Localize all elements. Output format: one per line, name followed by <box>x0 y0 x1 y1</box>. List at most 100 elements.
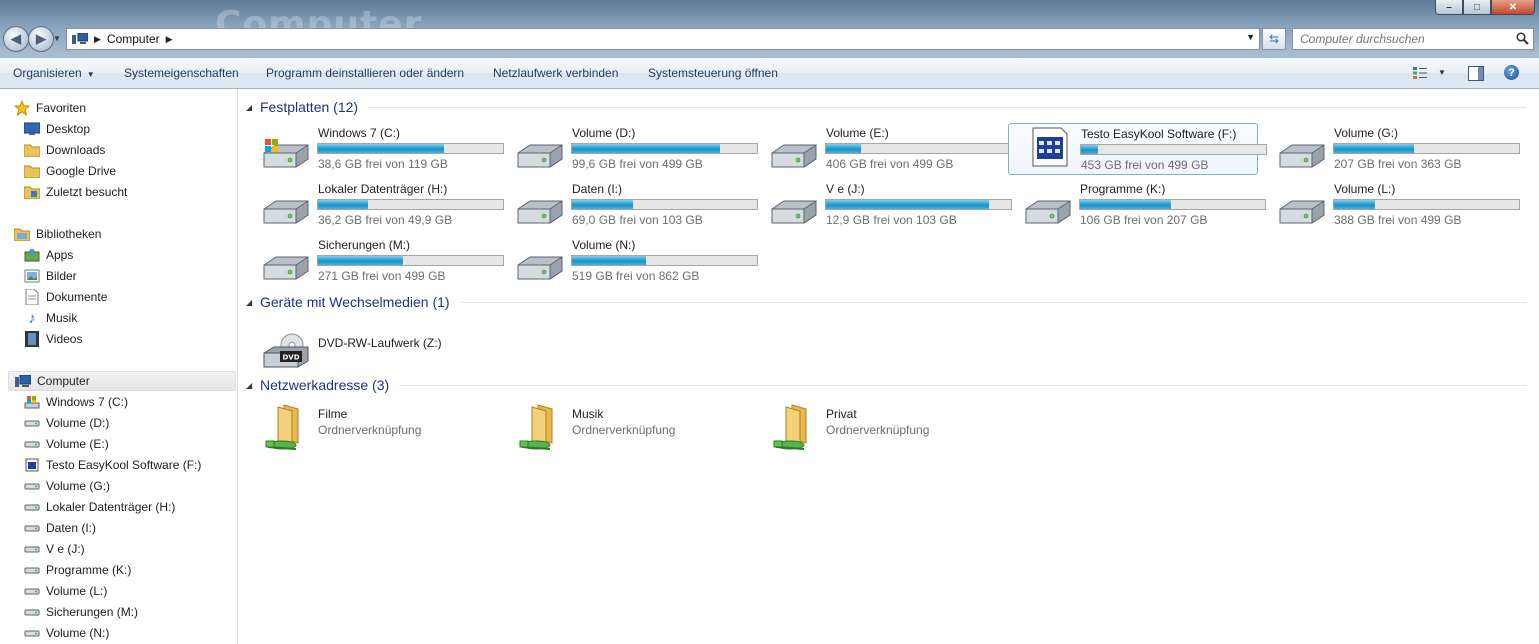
collapse-icon[interactable]: ◢ <box>246 381 260 390</box>
drive-item[interactable]: Windows 7 (C:) 38,6 GB frei von 119 GB <box>246 123 504 175</box>
sidebar-item-drive[interactable]: Volume (G:) <box>24 476 110 496</box>
group-header-removable[interactable]: ◢ Geräte mit Wechselmedien (1) <box>246 292 1526 312</box>
drive-item[interactable]: Volume (G:) 207 GB frei von 363 GB <box>1262 123 1520 175</box>
group-header-hard-disks[interactable]: ◢ Festplatten (12) <box>246 97 1526 117</box>
minimize-button[interactable]: – <box>1435 0 1463 15</box>
change-view-icon[interactable] <box>1413 67 1427 79</box>
network-location-item[interactable]: Musik Ordnerverknüpfung <box>500 401 750 453</box>
drive-usage-fill <box>1080 200 1171 209</box>
group-title: Festplatten (12) <box>260 99 359 115</box>
help-icon[interactable]: ? <box>1504 65 1519 80</box>
system-properties-button[interactable]: Systemeigenschaften <box>124 66 239 80</box>
group-header-network[interactable]: ◢ Netzwerkadresse (3) <box>246 375 1526 395</box>
close-button[interactable]: ✕ <box>1491 0 1535 15</box>
sidebar-item-label: Volume (G:) <box>46 479 111 493</box>
sidebar-item-drive[interactable]: Volume (E:) <box>24 434 109 454</box>
sidebar-item-documents[interactable]: Dokumente <box>24 287 107 307</box>
sidebar-item-drive[interactable]: Volume (L:) <box>24 581 107 601</box>
forward-button[interactable]: ▶ <box>28 26 54 52</box>
breadcrumb-separator[interactable]: ▶ <box>166 34 173 45</box>
organize-button[interactable]: Organisieren ▼ <box>13 66 95 80</box>
drive-item[interactable]: Volume (N:) 519 GB frei von 862 GB <box>500 235 758 287</box>
group-divider <box>399 384 1526 386</box>
sidebar-group-label: Favoriten <box>36 101 87 115</box>
address-bar[interactable]: ▶ Computer ▶ ▼ <box>66 28 1260 50</box>
sidebar-item-drive[interactable]: V e (J:) <box>24 539 85 559</box>
sidebar-item-videos[interactable]: Videos <box>24 329 82 349</box>
sidebar-computer[interactable]: Computer <box>8 371 236 391</box>
drive-icon <box>24 520 40 536</box>
sidebar-item-label: Volume (D:) <box>46 416 110 430</box>
sidebar-item-pictures[interactable]: Bilder <box>24 266 77 286</box>
drive-icon <box>24 415 40 431</box>
drive-usage-fill <box>318 144 444 153</box>
address-dropdown-icon[interactable]: ▼ <box>1246 32 1255 42</box>
sidebar-item-drive[interactable]: Programme (K:) <box>24 560 131 580</box>
network-location-item[interactable]: Privat Ordnerverknüpfung <box>754 401 1004 453</box>
uninstall-program-button[interactable]: Programm deinstallieren oder ändern <box>266 66 464 80</box>
sidebar-item-label: Dokumente <box>46 290 108 304</box>
drive-item[interactable]: V e (J:) 12,9 GB frei von 103 GB <box>754 179 1012 231</box>
back-button[interactable]: ◀ <box>3 26 29 52</box>
drive-item[interactable]: Daten (I:) 69,0 GB frei von 103 GB <box>500 179 758 231</box>
search-icon[interactable] <box>1516 32 1529 45</box>
drive-icon <box>517 256 563 280</box>
collapse-icon[interactable]: ◢ <box>246 103 260 112</box>
drive-item[interactable]: Lokaler Datenträger (H:) 36,2 GB frei von… <box>246 179 504 231</box>
drive-usage-bar <box>1079 199 1266 210</box>
star-icon <box>14 100 30 116</box>
folder-icon <box>24 163 40 179</box>
maximize-button[interactable]: □ <box>1463 0 1491 15</box>
sidebar-libraries[interactable]: Bibliotheken <box>14 224 101 244</box>
sidebar-item-downloads[interactable]: Downloads <box>24 140 105 160</box>
sidebar-item-drive[interactable]: Windows 7 (C:) <box>24 392 128 412</box>
sidebar-item-drive[interactable]: Daten (I:) <box>24 518 96 538</box>
pictures-icon <box>24 268 40 284</box>
drive-item[interactable]: Volume (L:) 388 GB frei von 499 GB <box>1262 179 1520 231</box>
drive-item[interactable]: Volume (E:) 406 GB frei von 499 GB <box>754 123 1012 175</box>
sidebar-item-desktop[interactable]: Desktop <box>24 119 90 139</box>
dvd-badge: DVD <box>282 354 299 362</box>
network-location-item[interactable]: Filme Ordnerverknüpfung <box>246 401 496 453</box>
dvd-drive-item[interactable]: DVD DVD-RW-Laufwerk (Z:) <box>246 319 496 371</box>
libraries-icon <box>14 226 30 242</box>
sidebar-item-label: Programme (K:) <box>46 563 132 577</box>
view-options-dropdown[interactable]: ▼ <box>1438 68 1446 77</box>
drive-name: Volume (E:) <box>826 126 889 140</box>
drive-icon <box>517 200 563 224</box>
drive-usage-bar <box>571 255 758 266</box>
sidebar-item-recent-places[interactable]: Zuletzt besucht <box>24 182 127 202</box>
sidebar-item-label: Videos <box>46 332 83 346</box>
sidebar-item-google-drive[interactable]: Google Drive <box>24 161 116 181</box>
breadcrumb-separator[interactable]: ▶ <box>94 34 101 45</box>
drive-item[interactable]: Programme (K:) 106 GB frei von 207 GB <box>1008 179 1266 231</box>
sidebar-item-drive[interactable]: Volume (D:) <box>24 413 109 433</box>
sidebar-item-drive[interactable]: Testo EasyKool Software (F:) <box>24 455 201 475</box>
sidebar-item-drive[interactable]: Sicherungen (M:) <box>24 602 138 622</box>
sidebar-item-drive[interactable]: Volume (N:) <box>24 623 109 643</box>
drive-item[interactable]: Sicherungen (M:) 271 GB frei von 499 GB <box>246 235 504 287</box>
open-control-panel-button[interactable]: Systemsteuerung öffnen <box>648 66 778 80</box>
collapse-icon[interactable]: ◢ <box>246 298 260 307</box>
drive-name: Windows 7 (C:) <box>318 126 401 140</box>
refresh-button[interactable]: ⇆ <box>1262 28 1286 50</box>
search-box[interactable] <box>1292 28 1534 50</box>
breadcrumb-computer[interactable]: Computer <box>107 32 160 46</box>
drive-item[interactable]: Volume (D:) 99,6 GB frei von 499 GB <box>500 123 758 175</box>
drive-usage-bar <box>1333 143 1520 154</box>
drive-usage-fill <box>1081 145 1098 154</box>
drive-usage-bar <box>1333 199 1520 210</box>
search-input[interactable] <box>1300 32 1510 46</box>
sidebar-item-apps[interactable]: Apps <box>24 245 73 265</box>
drive-free-space: 99,6 GB frei von 499 GB <box>572 157 703 171</box>
sidebar-item-drive[interactable]: Lokaler Datenträger (H:) <box>24 497 175 517</box>
documents-icon <box>24 289 40 305</box>
organize-label: Organisieren <box>13 66 82 80</box>
map-network-drive-button[interactable]: Netzlaufwerk verbinden <box>493 66 618 80</box>
sidebar-favorites[interactable]: Favoriten <box>14 98 86 118</box>
sidebar-item-music[interactable]: ♪ Musik <box>24 308 77 328</box>
recent-pages-dropdown[interactable]: ▼ <box>53 34 61 43</box>
drive-free-space: 36,2 GB frei von 49,9 GB <box>318 213 453 227</box>
preview-pane-icon[interactable] <box>1468 66 1484 81</box>
drive-item[interactable]: Testo EasyKool Software (F:) 453 GB frei … <box>1008 123 1267 175</box>
